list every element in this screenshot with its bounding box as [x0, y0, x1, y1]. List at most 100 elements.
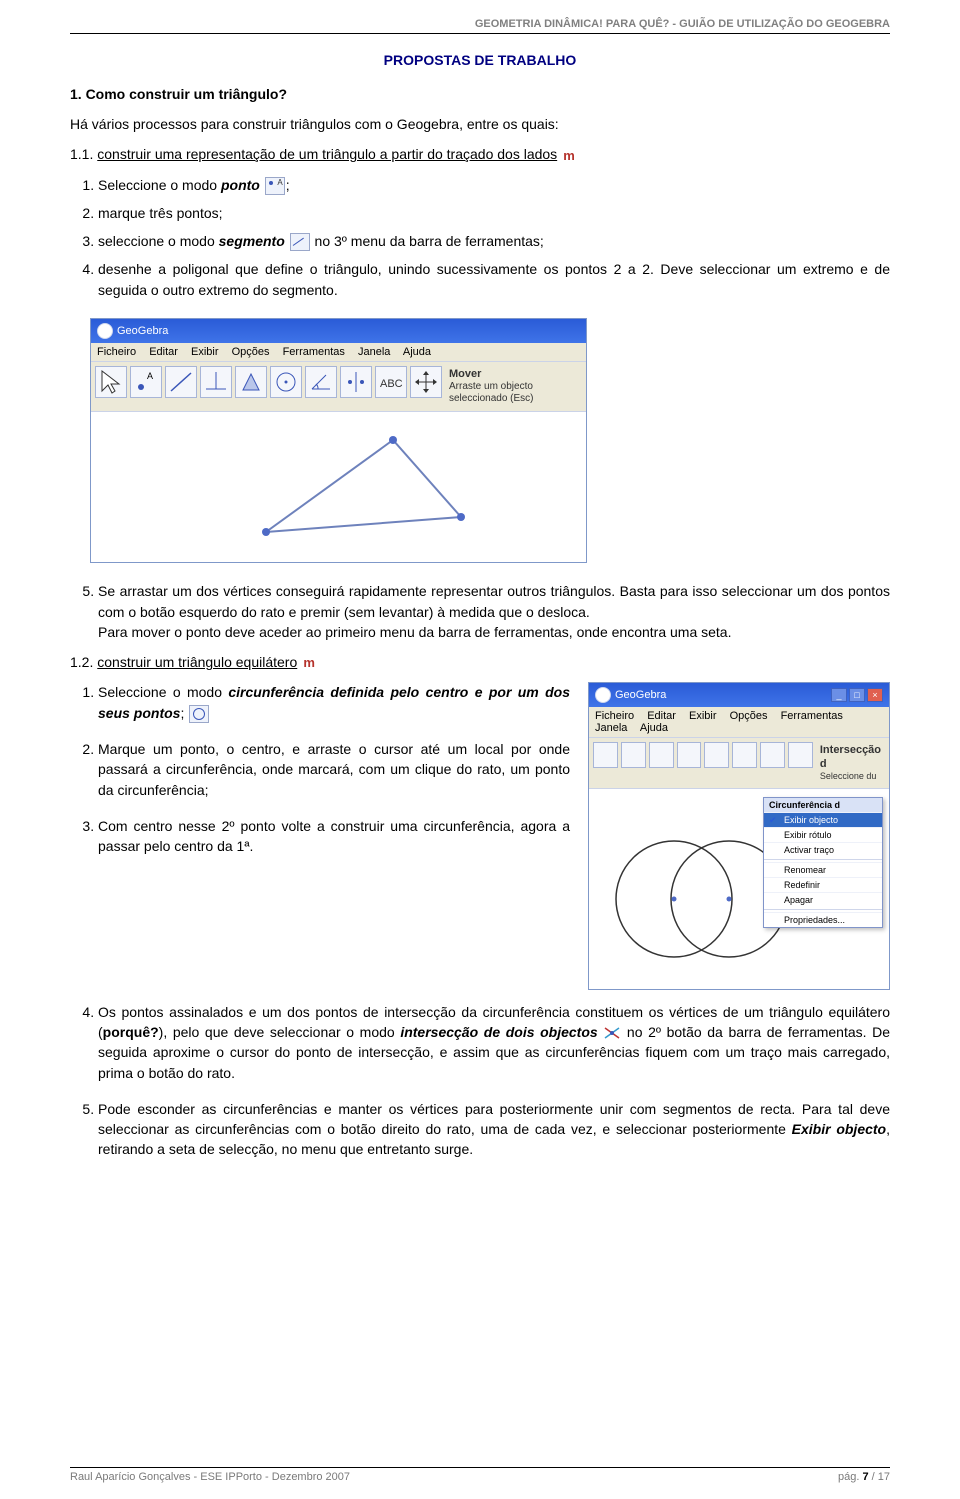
tool-move[interactable]	[95, 366, 127, 398]
tool-polygon[interactable]	[704, 742, 729, 768]
tool-text[interactable]: ABC	[375, 366, 407, 398]
tool-point[interactable]: A	[130, 366, 162, 398]
sub12-link: construir um triângulo equilátero	[97, 654, 297, 670]
separator	[764, 859, 882, 860]
point-tool-icon	[265, 177, 285, 195]
context-menu[interactable]: Circunferência d ✔Exibir objecto Exibir …	[763, 797, 883, 928]
figure-geogebra-circles: GeoGebra _ □ × Ficheiro Editar Exibir Op…	[588, 682, 890, 989]
menu-editar[interactable]: Editar	[149, 346, 178, 358]
menu-opcoes[interactable]: Opções	[730, 710, 768, 722]
ctx-exibir-rotulo[interactable]: Exibir rótulo	[764, 827, 882, 842]
subsection-1-1: 1.1. construir uma representação de um t…	[70, 144, 890, 164]
text: pág.	[838, 1471, 862, 1483]
exibir-objecto: Exibir objecto	[792, 1121, 886, 1137]
tool-line[interactable]	[649, 742, 674, 768]
text: ;	[180, 705, 184, 721]
tool-line[interactable]	[165, 366, 197, 398]
ctx-propriedades[interactable]: Propriedades...	[764, 912, 882, 927]
tool-circle[interactable]	[732, 742, 757, 768]
footer-author: Raul Aparício Gonçalves - ESE IPPorto - …	[70, 1471, 350, 1483]
menu-ferramentas[interactable]: Ferramentas	[283, 346, 345, 358]
ctx-redefinir[interactable]: Redefinir	[764, 877, 882, 892]
toolbar-help: Mover Arraste um objecto seleccionado (E…	[445, 366, 582, 407]
menubar: Ficheiro Editar Exibir Opções Ferramenta…	[589, 707, 889, 738]
menu-exibir[interactable]: Exibir	[191, 346, 219, 358]
ctx-label: Redefinir	[784, 880, 820, 890]
tool-text[interactable]	[760, 742, 785, 768]
drawing-canvas[interactable]: Circunferência d ✔Exibir objecto Exibir …	[589, 789, 889, 989]
menu-ficheiro[interactable]: Ficheiro	[97, 346, 136, 358]
procedure-1-list: Seleccione o modo ponto ; marque três po…	[98, 175, 890, 300]
app-icon	[97, 323, 113, 339]
help-title: Intersecção d	[820, 744, 881, 770]
tool-movegraphics[interactable]	[788, 742, 813, 768]
intersect-tool-icon	[604, 1026, 620, 1040]
menu-ajuda[interactable]: Ajuda	[640, 722, 668, 734]
svg-text:A: A	[147, 371, 153, 381]
text: Pode esconder as circunferências e mante…	[98, 1101, 890, 1137]
menubar: Ficheiro Editar Exibir Opções Ferramenta…	[91, 343, 586, 362]
tool-perp[interactable]	[200, 366, 232, 398]
menu-ficheiro[interactable]: Ficheiro	[595, 710, 634, 722]
subsection-1-2: 1.2. construir um triângulo equilátero	[70, 652, 890, 672]
sub11-prefix: 1.1.	[70, 146, 97, 162]
text: seleccione o modo	[98, 233, 219, 249]
mode-interseccao: intersecção de dois objectos	[400, 1024, 597, 1040]
text: no 3º menu da barra de ferramentas;	[311, 233, 544, 249]
menu-janela[interactable]: Janela	[595, 722, 627, 734]
step2-4: Os pontos assinalados e um dos pontos de…	[98, 1002, 890, 1083]
tool-move[interactable]	[593, 742, 618, 768]
menu-exibir[interactable]: Exibir	[689, 710, 717, 722]
tool-angle[interactable]	[305, 366, 337, 398]
ctx-activar-traco[interactable]: Activar traço	[764, 842, 882, 857]
toolbar: Intersecção d Seleccione du	[589, 738, 889, 788]
window-titlebar: GeoGebra	[91, 319, 586, 343]
ctx-exibir-objecto[interactable]: ✔Exibir objecto	[764, 812, 882, 827]
app-title: GeoGebra	[615, 689, 666, 701]
tool-polygon[interactable]	[235, 366, 267, 398]
menu-opcoes[interactable]: Opções	[232, 346, 270, 358]
window-controls: _ □ ×	[831, 688, 883, 702]
menu-ajuda[interactable]: Ajuda	[403, 346, 431, 358]
window-titlebar: GeoGebra _ □ ×	[589, 683, 889, 707]
ctx-label: Propriedades...	[784, 915, 845, 925]
separator	[764, 909, 882, 910]
ctx-renomear[interactable]: Renomear	[764, 862, 882, 877]
question-1-heading: 1. Como construir um triângulo?	[70, 86, 890, 102]
app-title: GeoGebra	[117, 325, 168, 337]
tool-movegraphics[interactable]	[410, 366, 442, 398]
minimize-button[interactable]: _	[831, 688, 847, 702]
tool-point[interactable]	[621, 742, 646, 768]
step-4: desenhe a poligonal que define o triângu…	[98, 259, 890, 300]
porque: porquê?	[103, 1024, 159, 1040]
mode-segmento: segmento	[219, 233, 285, 249]
menu-janela[interactable]: Janela	[358, 346, 390, 358]
text: Se arrastar um dos vértices conseguirá r…	[98, 583, 890, 619]
ctx-apagar[interactable]: Apagar	[764, 892, 882, 907]
circle-tool-icon	[189, 705, 209, 723]
text: Seleccione o modo	[98, 684, 228, 700]
svg-text:ABC: ABC	[380, 378, 403, 390]
check-icon: ✔	[769, 815, 777, 826]
help-text: Arraste um objecto seleccionado (Esc)	[449, 381, 578, 405]
figure-geogebra-triangle: GeoGebra Ficheiro Editar Exibir Opções F…	[90, 318, 587, 563]
step-1: Seleccione o modo ponto ;	[98, 175, 890, 195]
menu-ferramentas[interactable]: Ferramentas	[781, 710, 843, 722]
toolbar: A ABC Mover Arraste um objecto seleccion…	[91, 362, 586, 412]
text: ;	[286, 177, 290, 193]
text: ), pelo que deve seleccionar o modo	[159, 1024, 401, 1040]
close-button[interactable]: ×	[867, 688, 883, 702]
tool-circle[interactable]	[270, 366, 302, 398]
sub11-link: construir uma representação de um triâng…	[97, 146, 557, 162]
maximize-button[interactable]: □	[849, 688, 865, 702]
step-3: seleccione o modo segmento no 3º menu da…	[98, 231, 890, 251]
drawing-canvas[interactable]	[91, 412, 586, 562]
mode-ponto: ponto	[221, 177, 260, 193]
tool-reflect[interactable]	[340, 366, 372, 398]
hand-icon	[562, 149, 576, 163]
hand-icon	[302, 656, 316, 670]
tool-perp[interactable]	[677, 742, 702, 768]
menu-editar[interactable]: Editar	[647, 710, 676, 722]
sub12-prefix: 1.2.	[70, 654, 97, 670]
ctx-label: Apagar	[784, 895, 813, 905]
